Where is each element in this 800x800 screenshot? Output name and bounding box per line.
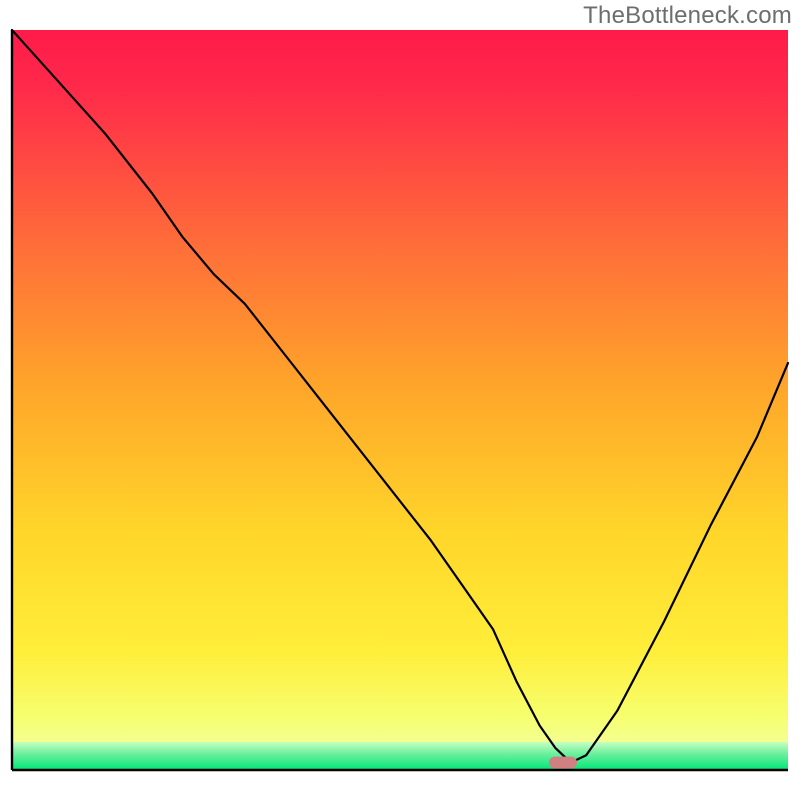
optimum-marker: [549, 757, 577, 769]
chart-stage: TheBottleneck.com: [0, 0, 800, 800]
plot-area: [12, 30, 788, 770]
green-band: [12, 742, 788, 770]
bottleneck-chart: [0, 0, 800, 800]
gradient-background: [12, 30, 788, 770]
watermark-text: TheBottleneck.com: [583, 2, 792, 30]
